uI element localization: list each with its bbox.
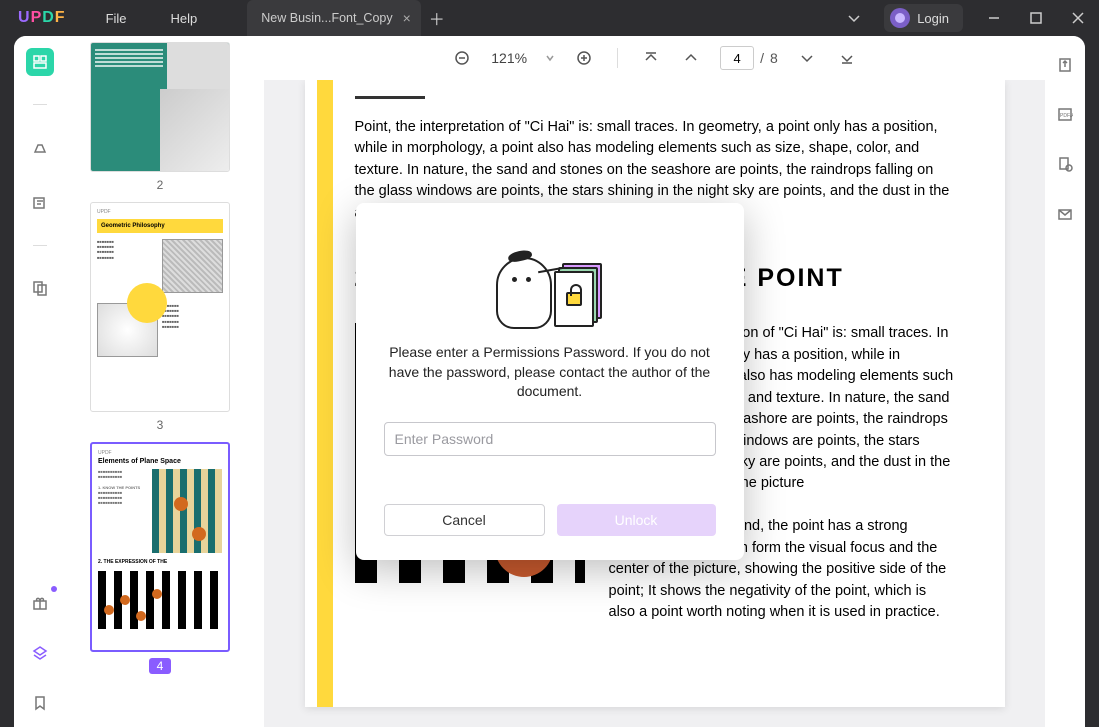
new-tab-button[interactable]: ＋	[421, 0, 453, 36]
chevron-down-icon	[846, 10, 862, 26]
tab-area: New Busin...Font_Copy × ＋	[247, 0, 834, 36]
document-tab[interactable]: New Busin...Font_Copy ×	[247, 0, 421, 36]
menu-help[interactable]: Help	[149, 11, 220, 26]
close-icon	[1070, 10, 1086, 26]
titlebar: UPDF File Help New Busin...Font_Copy × ＋…	[0, 0, 1099, 36]
cancel-button[interactable]: Cancel	[384, 504, 545, 536]
login-label: Login	[917, 11, 949, 26]
close-icon[interactable]: ×	[403, 10, 411, 26]
password-dialog: Please enter a Permissions Password. If …	[356, 203, 744, 560]
menu-file[interactable]: File	[84, 11, 149, 26]
app-logo: UPDF	[0, 9, 84, 27]
login-button[interactable]: Login	[884, 4, 963, 32]
dialog-buttons: Cancel Unlock	[384, 504, 716, 536]
unlock-button[interactable]: Unlock	[557, 504, 716, 536]
dialog-illustration	[490, 229, 610, 329]
window-close[interactable]	[1057, 0, 1099, 36]
tab-title: New Busin...Font_Copy	[261, 11, 392, 25]
dialog-message: Please enter a Permissions Password. If …	[384, 343, 716, 402]
tab-overflow-button[interactable]	[834, 10, 874, 26]
modal-overlay: Please enter a Permissions Password. If …	[14, 36, 1085, 727]
workspace: 2 UPDF Geometric Philosophy ■■■■■■■■■■■■…	[14, 36, 1085, 727]
avatar-icon	[890, 8, 910, 28]
minimize-icon	[986, 10, 1002, 26]
maximize-icon	[1028, 10, 1044, 26]
lock-icon	[566, 292, 582, 306]
window-maximize[interactable]	[1015, 0, 1057, 36]
password-input[interactable]	[384, 422, 716, 456]
window-minimize[interactable]	[973, 0, 1015, 36]
